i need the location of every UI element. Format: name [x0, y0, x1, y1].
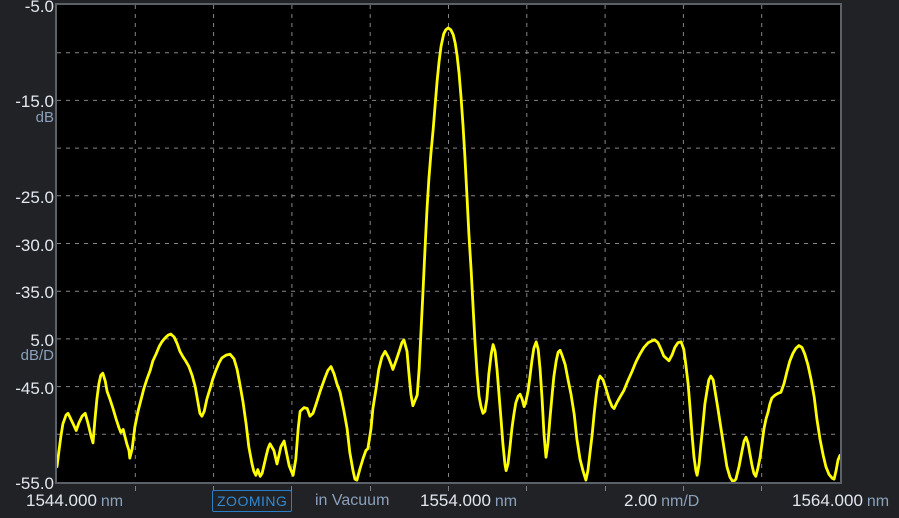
x-start-value: 1544.000: [26, 491, 97, 510]
status-bar: 1544.000 nm ZOOMING in Vacuum 1554.000 nm …: [0, 488, 899, 514]
osa-screen: -5.0 -15.0 -25.0 -30.0 -35.0 -45.0 -55.0 dB 5.0 d…: [0, 0, 899, 518]
x-start-label: 1544.000 nm: [26, 488, 123, 514]
vacuum-mode-label: in Vacuum: [315, 492, 390, 509]
x-start-unit: nm: [100, 493, 124, 510]
x-center-unit: nm: [494, 493, 518, 510]
plot-svg: [57, 5, 840, 482]
y-tick-label: -25.0: [15, 187, 54, 207]
y-scale-unit: dB/D: [20, 346, 54, 364]
x-center-label: 1554.000 nm: [420, 488, 517, 514]
y-tick-label: -35.0: [15, 283, 54, 303]
zooming-badge[interactable]: ZOOMING: [212, 490, 293, 512]
x-center-value: 1554.000: [420, 491, 491, 510]
y-tick-label: -30.0: [15, 235, 54, 255]
x-stop-value: 1564.000: [792, 491, 863, 510]
x-scale-unit: nm/D: [661, 493, 700, 510]
x-scale-label: 2.00 nm/D: [624, 488, 699, 514]
y-axis-unit-label: dB: [35, 109, 54, 127]
x-stop-label: 1564.000 nm: [792, 488, 889, 514]
y-tick-label: -45.0: [15, 378, 54, 398]
y-tick-label: -5.0: [24, 0, 54, 16]
x-stop-unit: nm: [866, 493, 890, 510]
plot-area[interactable]: [55, 3, 842, 484]
grid-lines: [57, 5, 840, 482]
x-scale-value: 2.00: [624, 491, 658, 510]
